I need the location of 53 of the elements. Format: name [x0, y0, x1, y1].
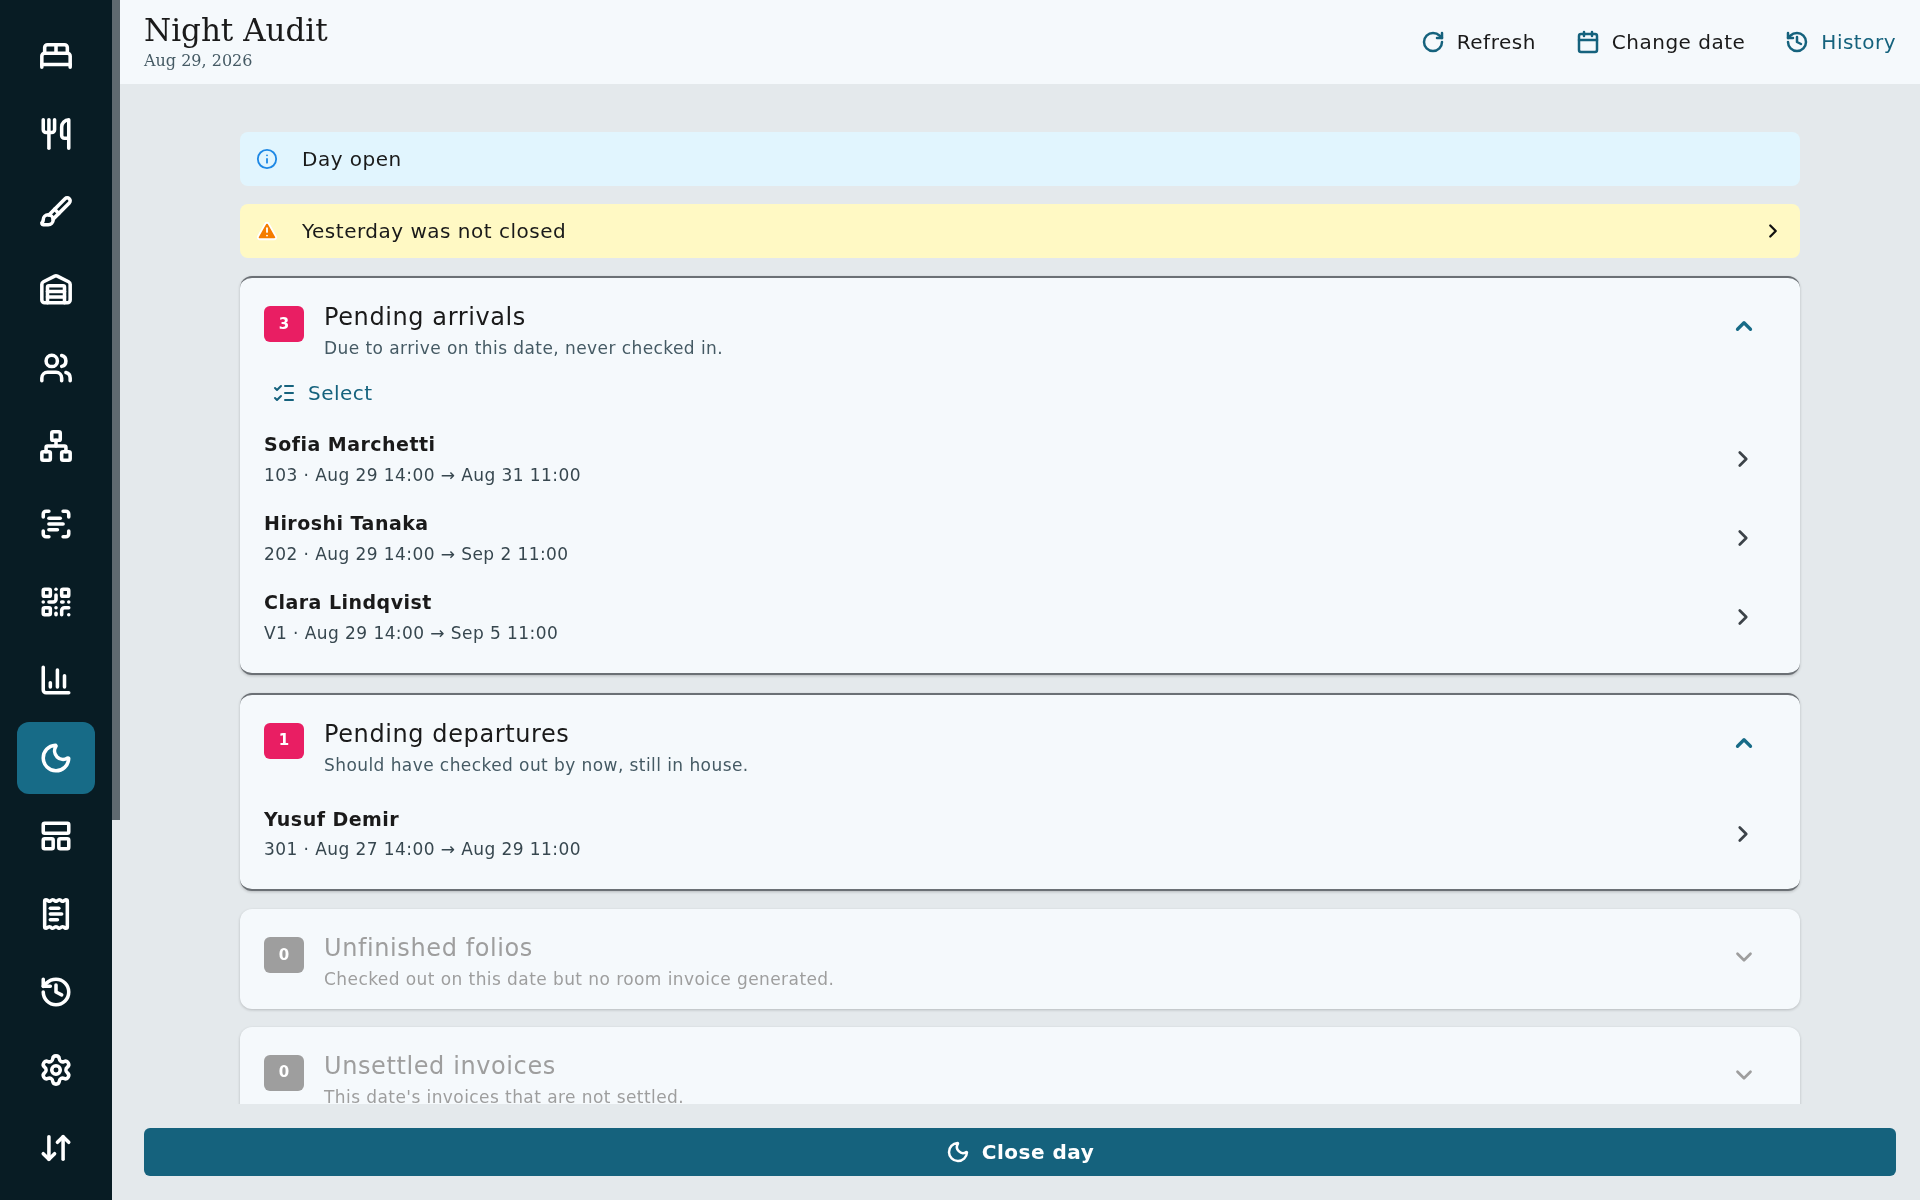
- header-action-button[interactable]: History: [1785, 27, 1896, 57]
- section-subtitle: Should have checked out by now, still in house.: [324, 753, 749, 777]
- count-badge: 3: [264, 306, 304, 342]
- brush-icon: [39, 195, 73, 229]
- count-badge: 0: [264, 937, 304, 973]
- info-icon: [256, 148, 278, 170]
- count-badge: 1: [264, 722, 304, 759]
- select-button[interactable]: Select: [272, 377, 373, 408]
- history-icon: [1785, 30, 1810, 54]
- section-subtitle: This date's invoices that are not settled.: [324, 1085, 685, 1104]
- warning-icon: [256, 220, 278, 242]
- guest-name: Clara Lindqvist: [264, 590, 433, 615]
- stay-details: 103 · Aug 29 14:00 → Aug 31 11:00: [264, 463, 581, 487]
- close-day-button[interactable]: Close day: [144, 1128, 1896, 1176]
- document-scan-icon: [39, 507, 73, 541]
- page-title: Night Audit: [144, 10, 328, 50]
- banner-text: Yesterday was not closed: [302, 218, 567, 245]
- network-icon: [39, 429, 73, 463]
- settings-icon: [39, 1053, 73, 1087]
- layout-icon: [39, 819, 73, 853]
- banner-text: Day open: [302, 146, 402, 173]
- calendar-icon: [1575, 30, 1600, 54]
- moon-icon: [39, 741, 73, 775]
- chart-icon: [39, 663, 73, 697]
- stay-details: 202 · Aug 29 14:00 → Sep 2 11:00: [264, 542, 569, 566]
- history-icon: [39, 975, 73, 1009]
- section-title: Pending arrivals: [324, 302, 527, 332]
- guest-name: Hiroshi Tanaka: [264, 511, 430, 536]
- header-action-button[interactable]: Refresh: [1420, 27, 1536, 57]
- stay-details: V1 · Aug 29 14:00 → Sep 5 11:00: [264, 621, 559, 645]
- refresh-icon: [1420, 30, 1445, 54]
- section-title: Pending departures: [324, 718, 571, 749]
- section-subtitle: Due to arrive on this date, never checked in.: [324, 337, 724, 360]
- section-subtitle: Checked out on this date but no room invoice generated.: [324, 968, 835, 991]
- header-action-button[interactable]: Change date: [1575, 27, 1746, 57]
- guest-name: Sofia Marchetti: [264, 432, 437, 457]
- guest-name: Yusuf Demir: [264, 806, 401, 832]
- stay-details: 301 · Aug 27 14:00 → Aug 29 11:00: [264, 838, 581, 861]
- moon-icon: [945, 1140, 970, 1164]
- qr-code-icon: [39, 585, 73, 619]
- building-icon: [39, 273, 73, 307]
- section-title: Unfinished folios: [324, 933, 534, 963]
- people-icon: [39, 351, 73, 385]
- guest-row[interactable]: Yusuf Demir 301 · Aug 27 14:00 → Aug 29 11:00: [240, 794, 1800, 873]
- sidebar-item[interactable]: [17, 722, 95, 794]
- guest-row[interactable]: Hiroshi Tanaka 202 · Aug 29 14:00 → Sep 2 11:00: [240, 498, 1800, 578]
- page-date: Aug 29, 2026: [144, 50, 254, 73]
- utensils-icon: [39, 117, 73, 151]
- guest-row[interactable]: Clara Lindqvist V1 · Aug 29 14:00 → Sep 5 11:00: [240, 577, 1800, 657]
- section-title: Unsettled invoices: [324, 1050, 557, 1081]
- guest-row[interactable]: Sofia Marchetti 103 · Aug 29 14:00 → Aug 31 11:00: [240, 419, 1800, 499]
- warning-banner[interactable]: Yesterday was not closed: [240, 204, 1800, 258]
- count-badge: 0: [264, 1054, 304, 1091]
